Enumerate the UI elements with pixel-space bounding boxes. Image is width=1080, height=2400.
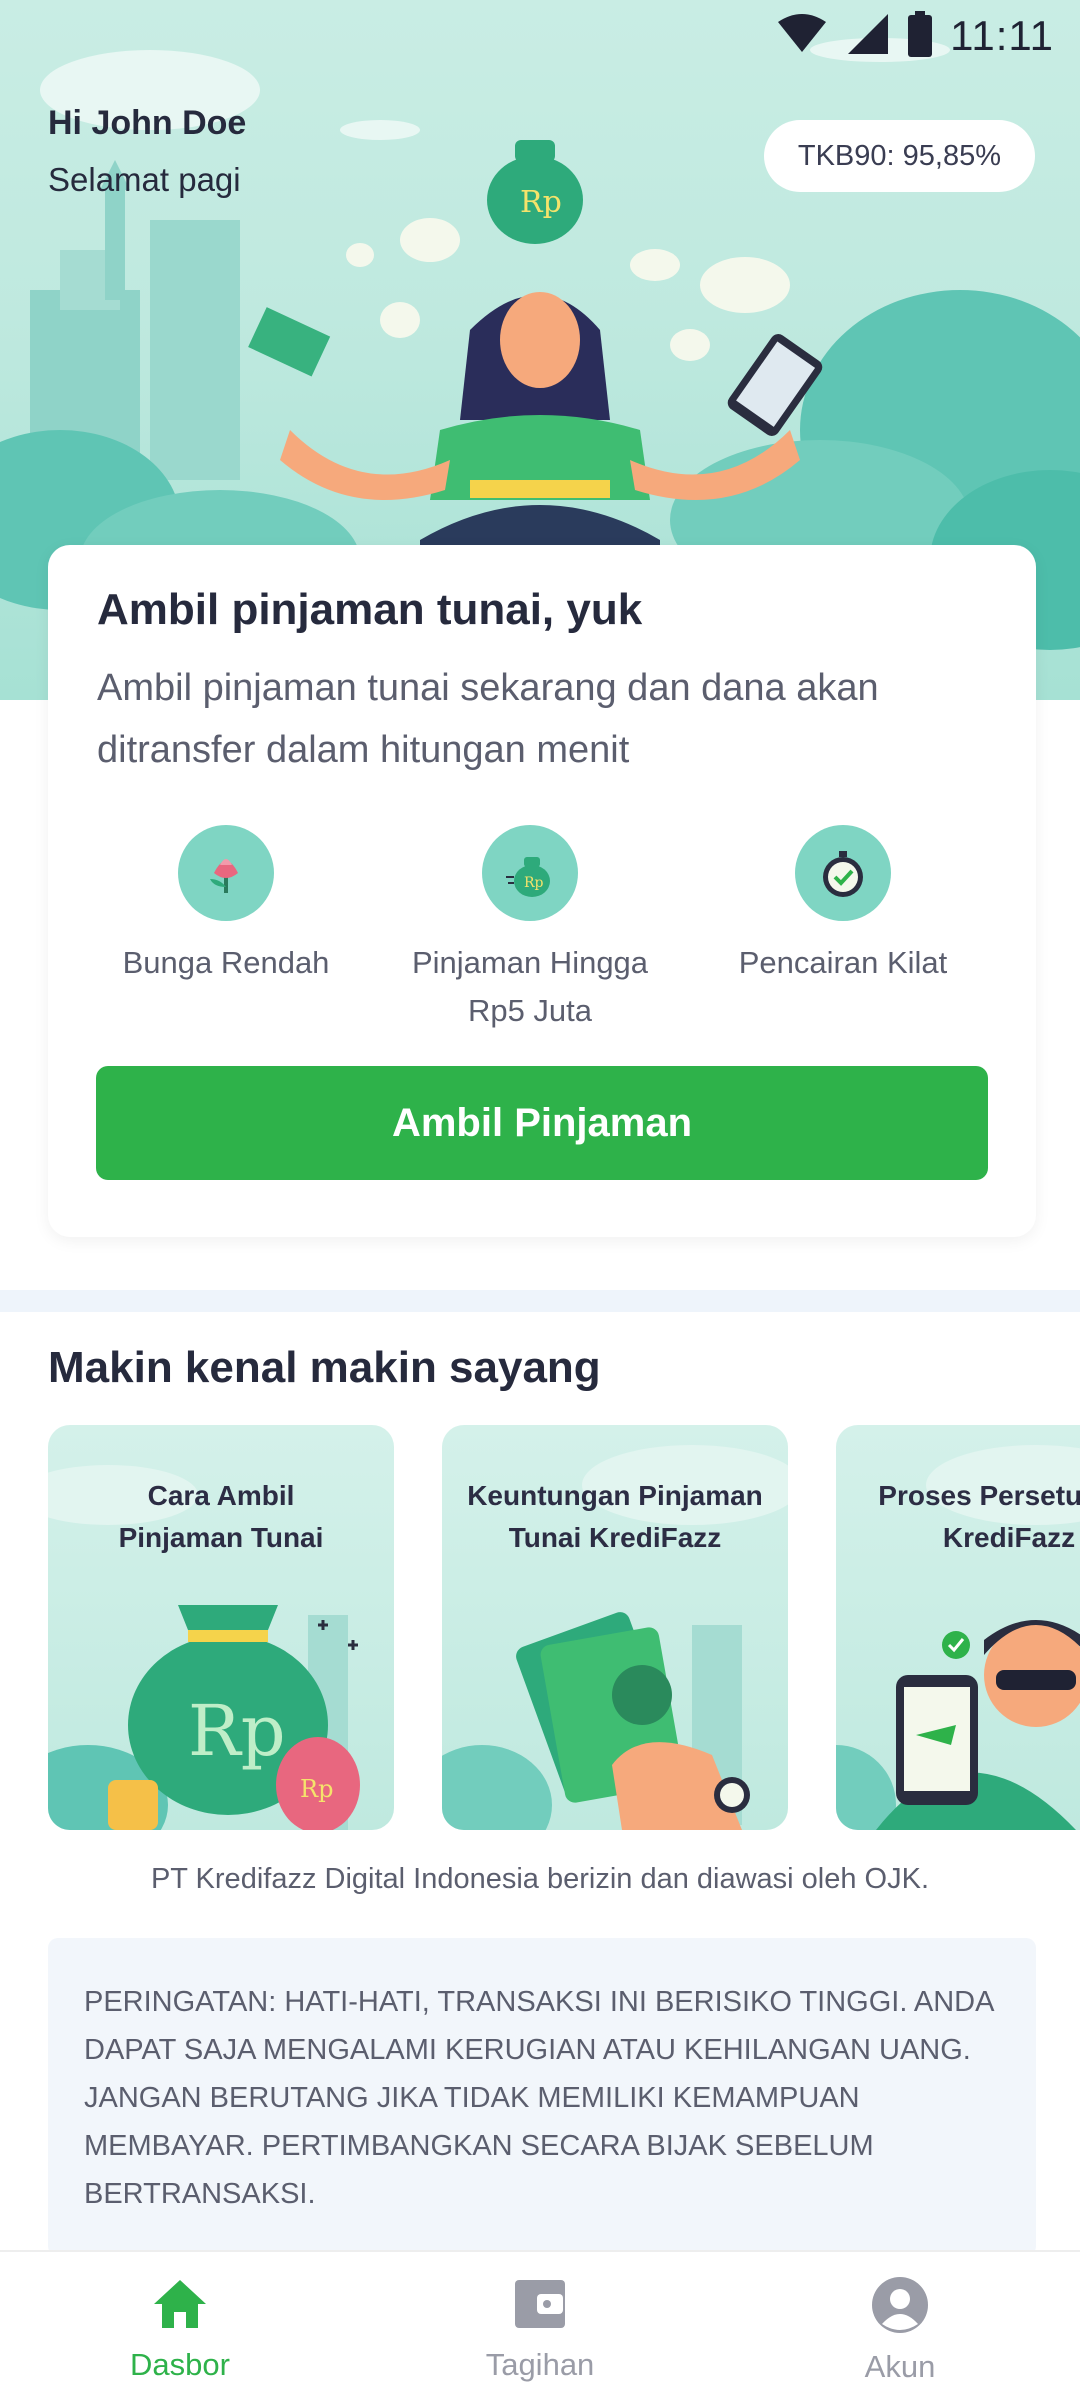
section-title: Makin kenal makin sayang: [48, 1343, 601, 1392]
info-card-title: Keuntungan Pinjaman Tunai KrediFazz: [467, 1480, 763, 1553]
ojk-notice: PT Kredifazz Digital Indonesia berizin d…: [150, 1863, 930, 1895]
account-icon: [871, 2276, 929, 2339]
nav-label: Dasbor: [130, 2347, 230, 2382]
feature-label: Pencairan Kilat: [738, 945, 948, 980]
greeting-subtitle: Selamat pagi: [48, 161, 241, 198]
info-card-benefits[interactable]: Keuntungan Pinjaman Tunai KrediFazz: [442, 1425, 788, 1830]
feature-low-interest: Bunga Rendah: [76, 825, 376, 987]
wallet-icon: [511, 2276, 569, 2337]
nav-label: Tagihan: [485, 2347, 595, 2382]
info-card-how-to-borrow[interactable]: Rp Rp Cara Ambil Pinjaman Tunai: [48, 1425, 394, 1830]
greeting: Hi John Doe Selamat pagi: [48, 104, 246, 199]
svg-text:Rp: Rp: [188, 1690, 286, 1772]
feature-loan-limit: Rp Pinjaman Hingga Rp5 Juta: [380, 825, 680, 1035]
battery-icon: [908, 10, 933, 62]
loan-card: Ambil pinjaman tunai, yuk Ambil pinjaman…: [48, 545, 1036, 1237]
signal-icon: [846, 12, 890, 61]
loan-card-description: Ambil pinjaman tunai sekarang dan dana a…: [97, 667, 879, 771]
info-card-approval[interactable]: Proses Persetujuan KrediFazz: [836, 1425, 1080, 1830]
feature-label: Bunga Rendah: [122, 945, 330, 980]
nav-label: Akun: [864, 2349, 936, 2384]
wifi-icon: [776, 13, 828, 59]
take-loan-button[interactable]: Ambil Pinjaman: [96, 1066, 988, 1180]
flower-icon: [178, 825, 274, 921]
section-divider: [0, 1290, 1080, 1312]
home-icon: [151, 2276, 209, 2337]
nav-item-akun[interactable]: Akun: [720, 2252, 1080, 2400]
feature-fast-disbursement: Pencairan Kilat: [693, 825, 993, 987]
loan-card-title: Ambil pinjaman tunai, yuk: [97, 585, 643, 634]
risk-warning: PERINGATAN: HATI-HATI, TRANSAKSI INI BER…: [48, 1938, 1036, 2256]
status-time: 11:11: [950, 12, 1054, 59]
info-card-title: Proses Persetujuan KrediFazz: [878, 1480, 1080, 1553]
nav-item-dasbor[interactable]: Dasbor: [0, 2252, 360, 2400]
feature-label: Pinjaman Hingga Rp5 Juta: [411, 945, 649, 1028]
tkb-badge[interactable]: TKB90: 95,85%: [763, 120, 1035, 192]
nav-item-tagihan[interactable]: Tagihan: [360, 2252, 720, 2400]
stopwatch-icon: [795, 825, 891, 921]
money-bag-icon: Rp: [482, 825, 578, 921]
svg-text:Rp: Rp: [524, 875, 544, 891]
svg-text:Rp: Rp: [300, 1775, 333, 1803]
status-bar: 11:11: [776, 0, 1080, 72]
greeting-name: Hi John Doe: [48, 104, 247, 142]
svg-text:Rp: Rp: [520, 185, 562, 220]
bottom-nav: Dasbor Tagihan Akun: [0, 2250, 1080, 2400]
info-card-title: Cara Ambil Pinjaman Tunai: [118, 1480, 324, 1553]
info-carousel[interactable]: Rp Rp Cara Ambil Pinjaman Tunai Keuntung…: [48, 1425, 1080, 1830]
